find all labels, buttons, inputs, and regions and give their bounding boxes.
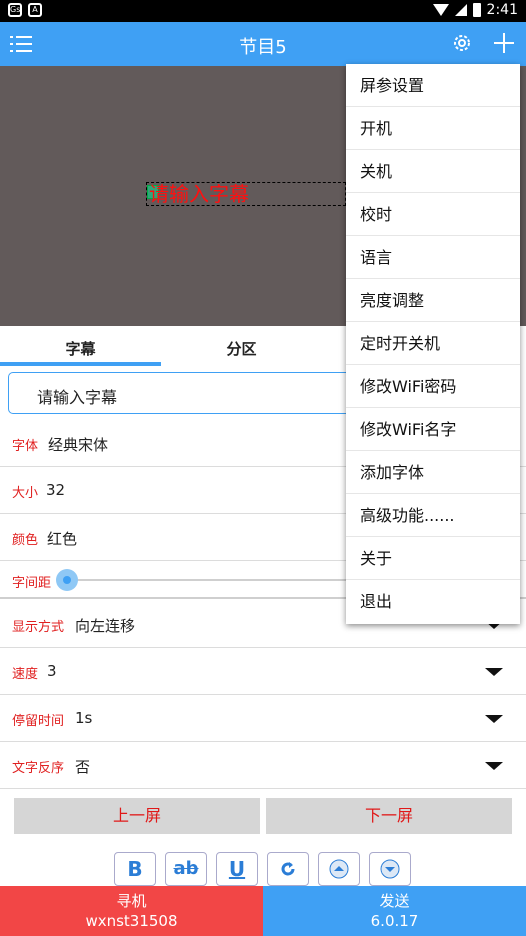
send-button[interactable]: 发送 6.0.17 <box>263 886 526 936</box>
prev-screen-button[interactable]: 上一屏 <box>14 798 260 834</box>
chevron-down-icon[interactable] <box>485 715 503 723</box>
speed-label: 速度 <box>12 667 39 682</box>
menu-item-wifi-password[interactable]: 修改WiFi密码 <box>346 365 520 408</box>
format-toolbar: B ab U <box>8 846 518 886</box>
color-value: 红色 <box>47 530 78 548</box>
next-screen-button[interactable]: 下一屏 <box>266 798 512 834</box>
reverse-label: 文字反序 <box>12 761 65 776</box>
menu-item-about[interactable]: 关于 <box>346 537 520 580</box>
stay-time-label: 停留时间 <box>12 714 65 729</box>
menu-item-scheduled-power[interactable]: 定时开关机 <box>346 322 520 365</box>
menu-item-power-off[interactable]: 关机 <box>346 150 520 193</box>
menu-item-brightness[interactable]: 亮度调整 <box>346 279 520 322</box>
font-label: 字体 <box>12 439 39 454</box>
notification-icon: Gs <box>8 3 22 17</box>
underline-icon[interactable]: U <box>216 852 258 886</box>
reverse-value: 否 <box>75 758 91 776</box>
size-label: 大小 <box>12 486 39 501</box>
move-up-icon[interactable] <box>318 852 360 886</box>
alert-icon: A <box>28 3 42 17</box>
menu-item-exit[interactable]: 退出 <box>346 580 520 623</box>
speed-value: 3 <box>47 662 57 680</box>
device-id: wxnst31508 <box>85 912 178 930</box>
search-label: 寻机 <box>116 892 147 910</box>
caption-input-value: 请输入字幕 <box>37 388 118 407</box>
spacing-slider-thumb[interactable] <box>56 569 78 591</box>
add-icon[interactable] <box>493 32 515 54</box>
app-bar: 节目5 <box>0 22 526 66</box>
bold-icon[interactable]: B <box>114 852 156 886</box>
menu-item-advanced[interactable]: 高级功能...... <box>346 494 520 537</box>
status-time: 2:41 <box>486 2 518 18</box>
menu-item-screen-settings[interactable]: 屏参设置 <box>346 64 520 107</box>
rotate-icon[interactable] <box>267 852 309 886</box>
overflow-menu: 屏参设置 开机 关机 校时 语言 亮度调整 定时开关机 修改WiFi密码 修改W… <box>346 64 520 624</box>
bottom-bar: 寻机 wxnst31508 发送 6.0.17 <box>0 886 526 936</box>
caption-preview-text: 请输入字幕 <box>149 182 249 206</box>
stay-time-row[interactable]: 停留时间 1s <box>0 695 526 742</box>
color-label: 颜色 <box>12 533 39 548</box>
signal-icon <box>454 4 467 16</box>
chevron-down-icon[interactable] <box>485 762 503 770</box>
gear-icon[interactable] <box>451 32 473 54</box>
tab-caption[interactable]: 字幕 <box>0 326 161 366</box>
page-title: 节目5 <box>239 37 287 58</box>
tab-partition[interactable]: 分区 <box>161 326 322 366</box>
chevron-down-icon[interactable] <box>485 668 503 676</box>
menu-item-add-font[interactable]: 添加字体 <box>346 451 520 494</box>
version-label: 6.0.17 <box>370 912 419 930</box>
battery-icon <box>472 3 481 17</box>
speed-row[interactable]: 速度 3 <box>0 648 526 695</box>
menu-item-power-on[interactable]: 开机 <box>346 107 520 150</box>
move-down-icon[interactable] <box>369 852 411 886</box>
menu-item-time-sync[interactable]: 校时 <box>346 193 520 236</box>
caption-preview-box[interactable]: 请输入字幕 <box>146 182 346 206</box>
stay-time-value: 1s <box>75 709 93 727</box>
menu-item-language[interactable]: 语言 <box>346 236 520 279</box>
size-value: 32 <box>46 481 66 499</box>
wifi-icon <box>432 4 449 16</box>
spacing-label: 字间距 <box>12 576 52 591</box>
status-bar: Gs A 2:41 <box>0 0 526 22</box>
search-device-button[interactable]: 寻机 wxnst31508 <box>0 886 263 936</box>
font-value: 经典宋体 <box>48 436 109 454</box>
menu-item-wifi-name[interactable]: 修改WiFi名字 <box>346 408 520 451</box>
strikethrough-icon[interactable]: ab <box>165 852 207 886</box>
reverse-row[interactable]: 文字反序 否 <box>0 742 526 789</box>
display-mode-value: 向左连移 <box>75 617 136 635</box>
send-label: 发送 <box>379 892 410 910</box>
display-mode-label: 显示方式 <box>12 620 65 635</box>
